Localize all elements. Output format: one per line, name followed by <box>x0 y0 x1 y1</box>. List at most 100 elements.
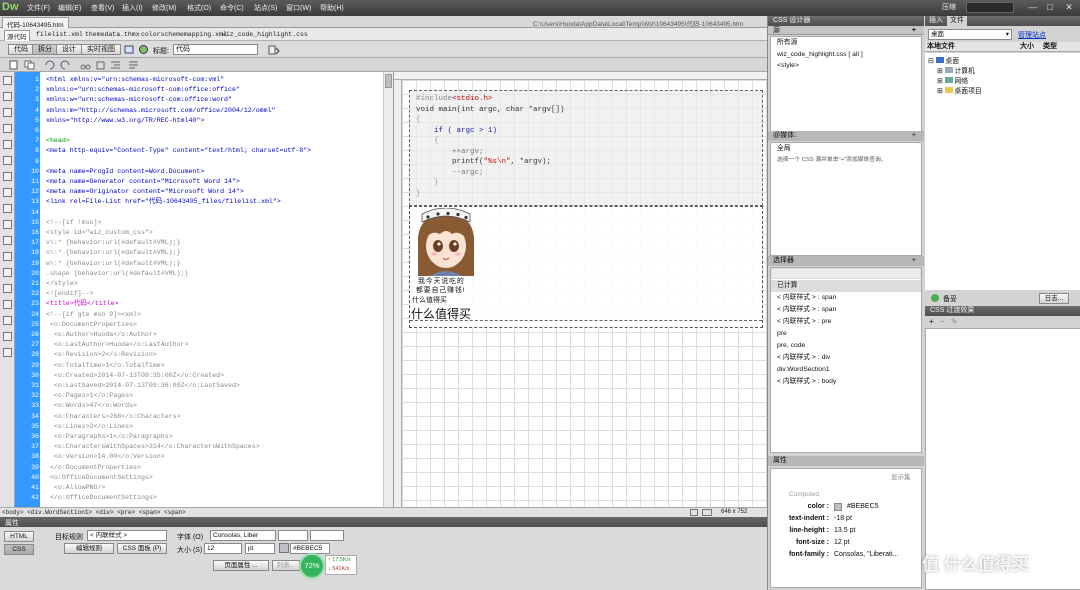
document-icon[interactable] <box>8 60 19 70</box>
code-line[interactable]: <o:LastAuthor>Huoda</o:LastAuthor> <box>46 340 189 350</box>
add-media-icon[interactable]: + <box>912 131 916 141</box>
selector-item[interactable]: div.WordSection1 <box>771 364 830 376</box>
html-mode-button[interactable]: HTML <box>4 531 34 542</box>
code-line[interactable]: <meta name=Originator content="Microsoft… <box>46 187 244 197</box>
manage-sites-link[interactable]: 管理站点 <box>1018 30 1046 40</box>
menu-site[interactable]: 站点(S) <box>254 3 277 13</box>
code-line[interactable]: <o:DocumentProperties> <box>46 320 137 330</box>
target-rule-select[interactable]: < 内联样式 > <box>87 530 167 541</box>
highlight-invalid-icon[interactable] <box>3 204 12 213</box>
code-line[interactable]: <o:LastSaved>2014-07-13T09:36:00Z</o:Las… <box>46 381 240 391</box>
window-size[interactable]: 646 x 752 <box>721 509 747 515</box>
live-view-button[interactable]: 实时视图 <box>81 44 121 55</box>
code-line[interactable]: </style> <box>46 279 78 289</box>
code-line[interactable]: <meta name=ProgId content=Word.Document> <box>46 167 204 177</box>
font-weight-select[interactable] <box>310 530 344 541</box>
expand-all-icon[interactable] <box>3 140 12 149</box>
code-line[interactable]: <html xmlns:v="urn:schemas-microsoft-com… <box>46 75 224 85</box>
filter-box[interactable] <box>771 268 921 279</box>
code-view[interactable]: 1 2 3 4 5 6 7 8 9 10 11 12 13 14 15 16 17 18 19 20 21 22 23 24 2… <box>15 72 383 512</box>
close-button[interactable]: ✕ <box>1062 2 1076 13</box>
code-line[interactable]: <o:Revision>2</o:Revision> <box>46 350 157 360</box>
network-usage-badge[interactable]: 72% <box>299 553 325 579</box>
code-line[interactable]: </o:OfficeDocumentSettings> <box>46 493 157 503</box>
code-scrollbar[interactable] <box>383 72 393 512</box>
code-line[interactable]: <meta http-equiv="Content-Type" content=… <box>46 146 311 156</box>
page-properties-button[interactable]: 页面属性 ... <box>213 560 269 571</box>
code-line[interactable]: <o:Lines>2</o:Lines> <box>46 422 133 432</box>
code-line[interactable]: xmlns:w="urn:schemas-microsoft-com:offic… <box>46 95 232 105</box>
split-view-button[interactable]: 拆分 <box>32 44 58 55</box>
code-line[interactable]: <title>代码</title> <box>46 299 119 309</box>
insert-tab[interactable]: 插入 <box>929 16 943 26</box>
edit-transition-icon[interactable]: ✎ <box>951 317 958 326</box>
selector-item[interactable]: < 内联样式 > : pre <box>771 316 831 328</box>
maximize-button[interactable]: □ <box>1043 2 1057 13</box>
tag-path[interactable]: <body> <div.WordSection1> <div> <pre> <s… <box>2 509 186 516</box>
tree-node-network[interactable]: ⊞ 网络 <box>937 75 968 85</box>
minimize-button[interactable]: — <box>1026 2 1040 13</box>
show-code-navigator-icon[interactable] <box>3 92 12 101</box>
pre-code-block[interactable]: #include<stdio.h> void main(int argc, ch… <box>409 90 763 206</box>
copy-icon[interactable] <box>24 60 35 70</box>
redo-icon[interactable] <box>60 60 71 70</box>
related-file[interactable]: wiz_code_highlight.css <box>222 31 308 38</box>
edit-rule-button[interactable]: 编辑规则 <box>64 543 114 554</box>
size-input[interactable]: 12 <box>204 543 242 554</box>
line-numbers-icon[interactable] <box>3 188 12 197</box>
code-line[interactable]: <![endif]--> <box>46 289 93 299</box>
outdent-code-icon[interactable] <box>3 332 12 341</box>
source-item[interactable]: wiz_code_highlight.css [ all ] <box>771 49 921 61</box>
menu-help[interactable]: 帮助(H) <box>320 3 344 13</box>
code-line[interactable]: <o:TotalTime>1</o:TotalTime> <box>46 361 165 371</box>
menu-file[interactable]: 文件(F) <box>27 3 50 13</box>
collapse-tag-icon[interactable] <box>3 108 12 117</box>
col-type[interactable]: 类型 <box>1043 42 1057 52</box>
wrap-tag-icon[interactable] <box>3 268 12 277</box>
move-css-icon[interactable] <box>3 300 12 309</box>
code-line[interactable]: <o:Words>47</o:Words> <box>46 401 137 411</box>
col-size[interactable]: 大小 <box>1020 42 1034 52</box>
menu-view[interactable]: 查看(V) <box>91 3 114 13</box>
workspace-switcher[interactable] <box>966 2 1014 13</box>
col-local-files[interactable]: 本地文件 <box>927 42 955 52</box>
open-documents-icon[interactable] <box>3 76 12 85</box>
selector-item[interactable]: pre <box>771 328 787 340</box>
code-line[interactable]: <o:CharactersWithSpaces>314</o:Character… <box>46 442 260 452</box>
location-select[interactable]: 桌面 ▾ <box>928 29 1012 40</box>
computed-item[interactable]: 已计算 <box>771 280 921 292</box>
related-file[interactable]: filelist.xml <box>36 31 83 38</box>
code-line[interactable]: <meta name=Generator content="Microsoft … <box>46 177 240 187</box>
code-line[interactable]: <o:AllowPNG/> <box>46 483 105 493</box>
remove-comment-icon[interactable] <box>3 252 12 261</box>
tree-node-computer[interactable]: ⊞ 计算机 <box>937 65 975 75</box>
select-parent-tag-icon[interactable] <box>3 156 12 165</box>
design-view[interactable]: #include<stdio.h> void main(int argc, ch… <box>393 72 767 512</box>
unit-select[interactable]: pt <box>245 543 275 554</box>
tree-node-desktop-items[interactable]: ⊞ 桌面项目 <box>937 85 982 95</box>
code-line[interactable]: <head> <box>46 136 70 146</box>
code-line[interactable]: <o:Created>2014-07-13T09:35:00Z</o:Creat… <box>46 371 224 381</box>
tree-node-desktop[interactable]: ⊟ 桌面 <box>928 55 959 65</box>
file-management-icon[interactable] <box>268 44 280 55</box>
anime-girl-image[interactable] <box>412 208 480 276</box>
format-source-icon[interactable] <box>3 348 12 357</box>
workspace-label[interactable]: 压缩 <box>942 2 956 12</box>
tablet-icon[interactable] <box>702 509 712 516</box>
prop-value[interactable]: -18 pt <box>834 515 852 522</box>
prop-value[interactable]: Consolas, "Liberati... <box>834 551 898 558</box>
balance-braces-icon[interactable] <box>3 172 12 181</box>
selector-item[interactable]: < 内联样式 > : div <box>771 352 830 364</box>
code-line[interactable]: <o:Author>Huoda</o:Author> <box>46 330 157 340</box>
code-line[interactable]: <link rel=File-List href="代码-10643495_fi… <box>46 197 281 207</box>
menu-edit[interactable]: 编辑(E) <box>58 3 81 13</box>
code-line[interactable]: <!--[if !mso]> <box>46 218 101 228</box>
paste-icon[interactable] <box>95 60 106 70</box>
source-item[interactable]: 所有源 <box>771 37 921 49</box>
font-select[interactable]: Consolas, Liber <box>210 530 276 541</box>
code-line[interactable]: <o:Characters>268</o:Characters> <box>46 412 181 422</box>
remove-transition-icon[interactable]: − <box>940 317 945 326</box>
add-selector-icon[interactable]: + <box>912 256 916 266</box>
code-line[interactable]: .shape {behavior:url(#default#VML);} <box>46 269 188 279</box>
code-line[interactable]: v\:* {behavior:url(#default#VML);} <box>46 238 181 248</box>
